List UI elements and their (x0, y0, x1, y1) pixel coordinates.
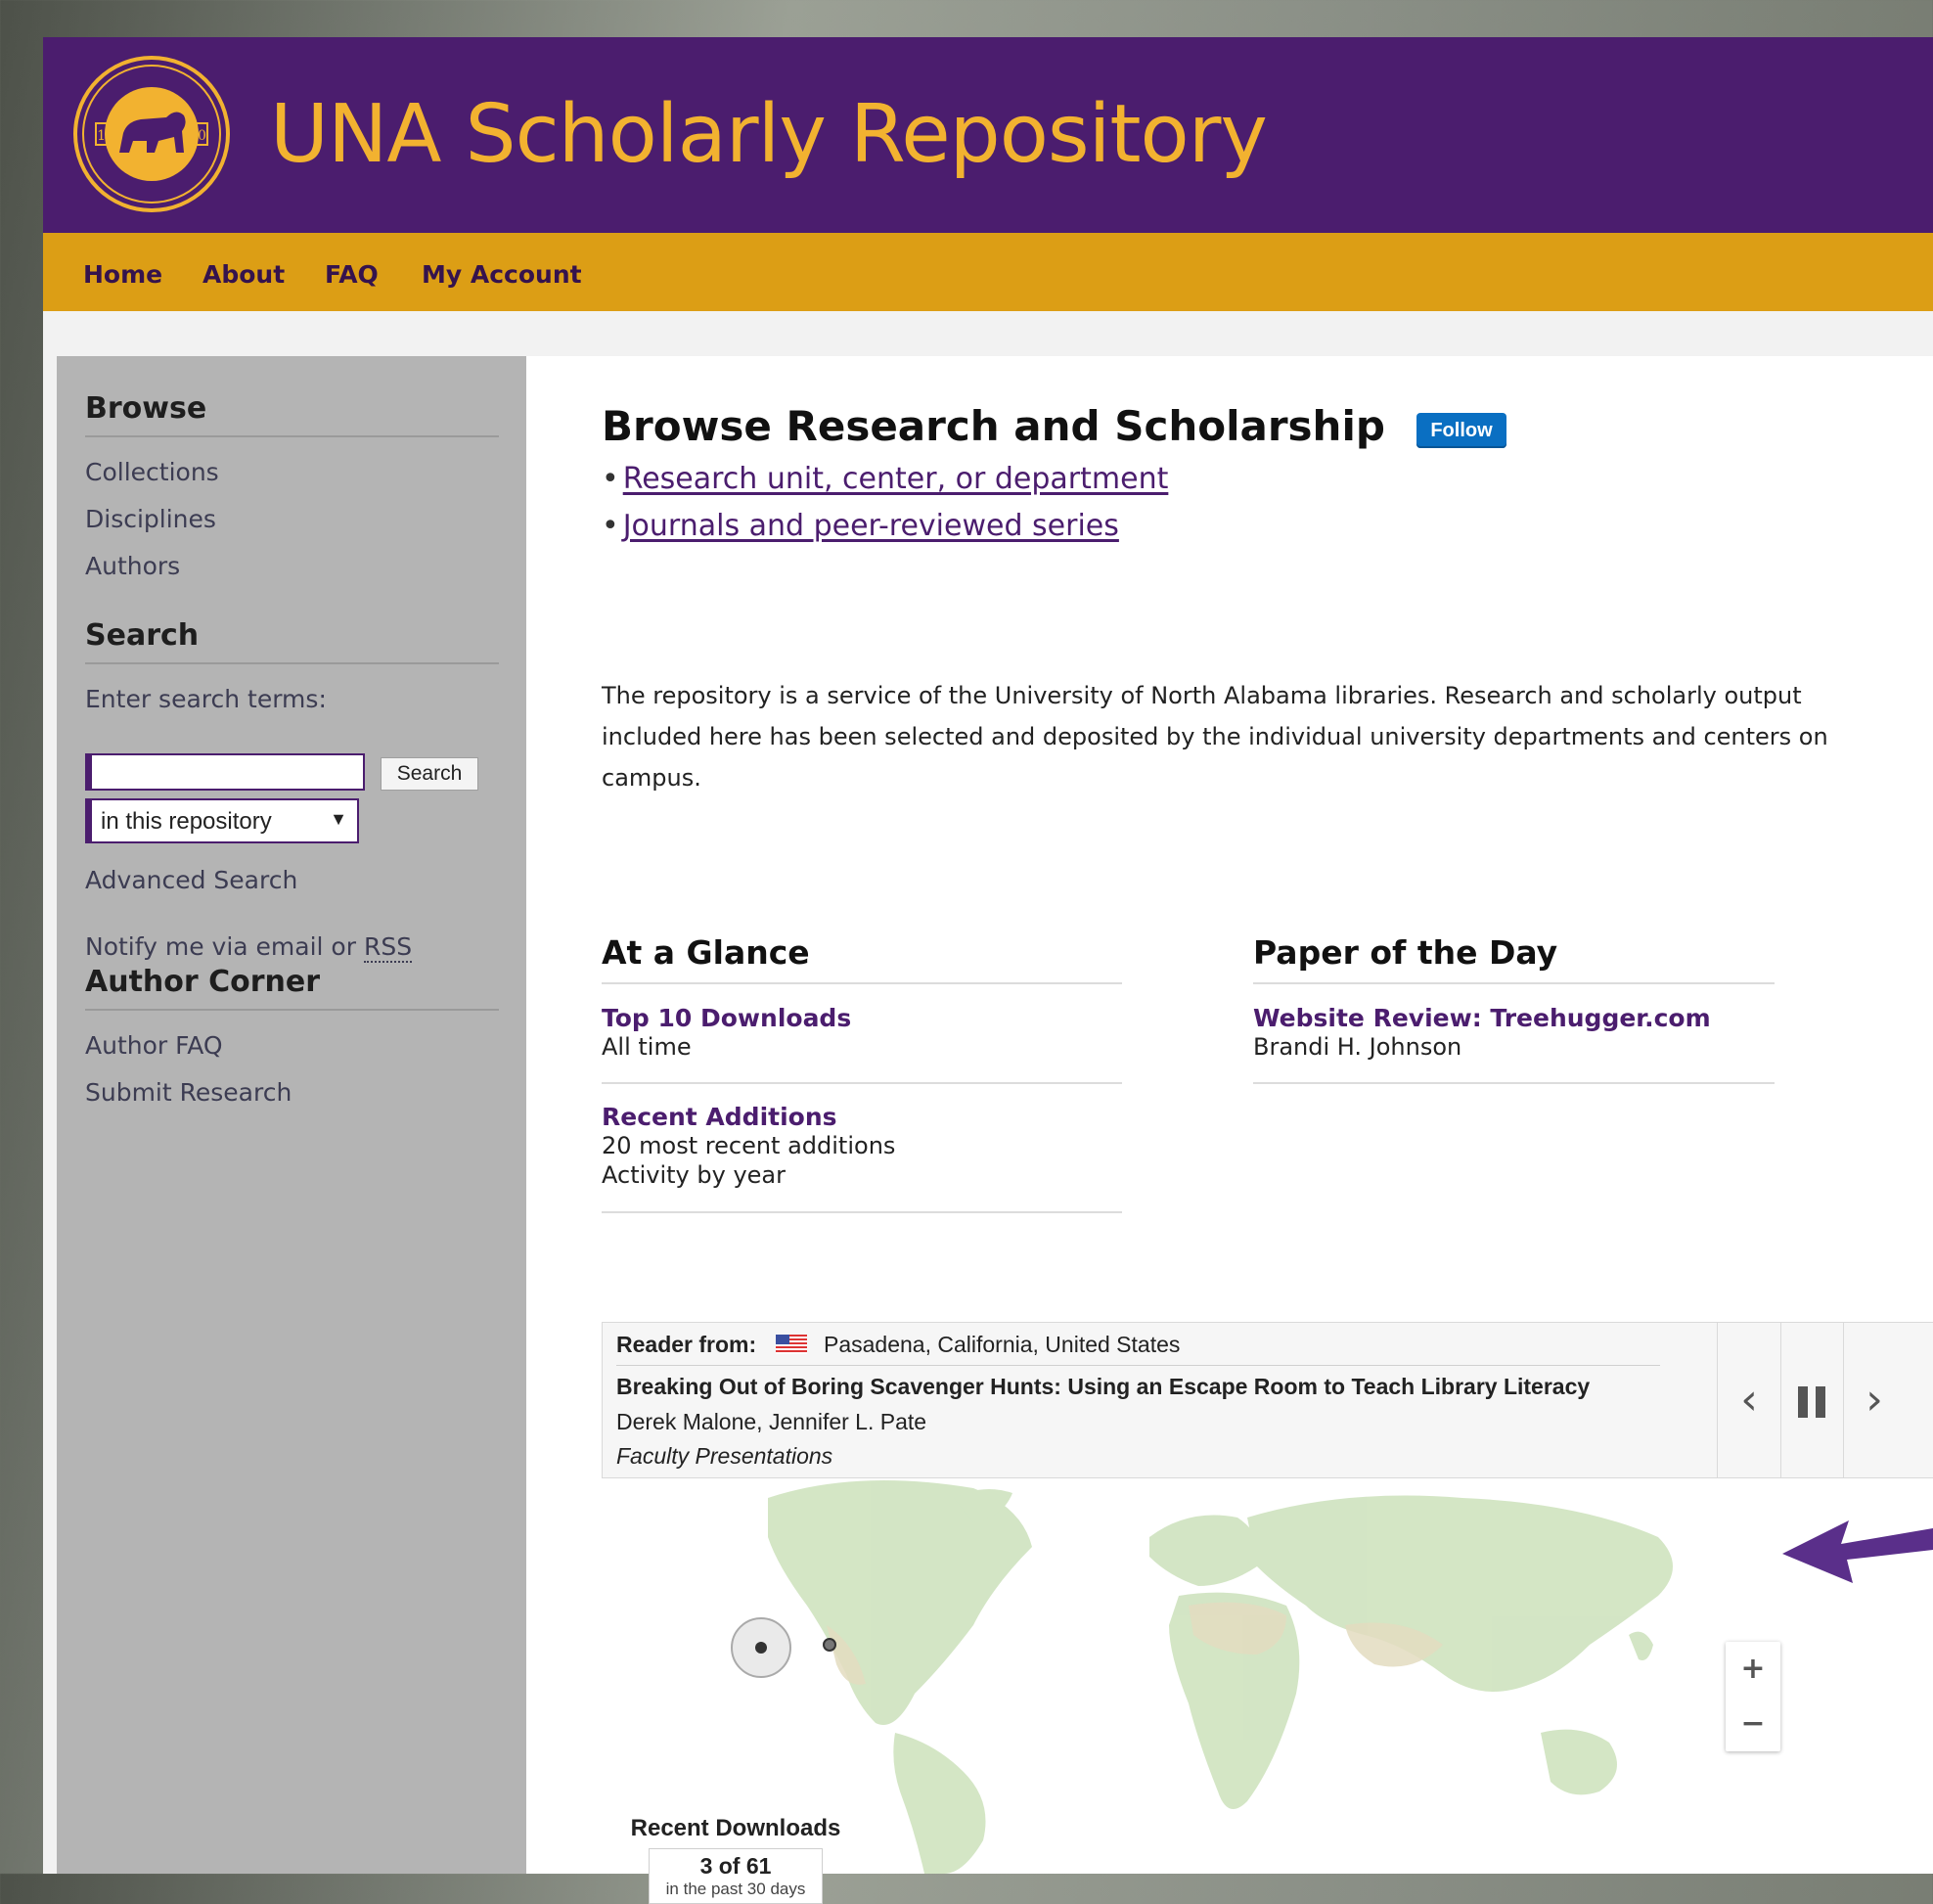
main-content: Browse Research and Scholarship Follow •… (526, 356, 1933, 1904)
main-nav: Home About FAQ My Account (43, 233, 1933, 311)
sidebar-link-author-faq[interactable]: Author FAQ (85, 1031, 223, 1060)
browse-link-item: • Journals and peer-reviewed series (602, 509, 1119, 543)
at-a-glance-heading: At a Glance (602, 933, 810, 972)
intro-paragraph: The repository is a service of the Unive… (602, 682, 1828, 792)
browse-link-research-unit[interactable]: Research unit, center, or department (623, 462, 1169, 496)
page: 18 30 UNA Scholarly Repository Home Abou… (43, 37, 1933, 1904)
author-corner-heading: Author Corner (85, 965, 321, 999)
top-downloads-sub: All time (602, 1033, 692, 1061)
next-button[interactable]: › (1843, 1323, 1906, 1477)
ticker-controls: ‹ › (1717, 1323, 1933, 1477)
reader-label: Reader from: (616, 1332, 757, 1357)
sidebar-link-disciplines[interactable]: Disciplines (85, 505, 216, 533)
nav-home[interactable]: Home (83, 260, 162, 289)
pause-icon (1798, 1386, 1825, 1418)
zoom-in-button[interactable]: + (1726, 1642, 1780, 1697)
us-flag-icon (776, 1335, 807, 1354)
bullet-icon: • (602, 462, 619, 496)
dropdown-caret-icon: ▼ (330, 809, 347, 829)
nav-my-account[interactable]: My Account (422, 260, 582, 289)
svg-text:18: 18 (97, 128, 114, 144)
recent-downloads-label: Recent Downloads (630, 1815, 841, 1841)
recent-additions-sub: 20 most recent additions (602, 1132, 896, 1159)
notify-text[interactable]: Notify me via email or (85, 932, 364, 961)
university-seal-icon[interactable]: 18 30 (68, 51, 235, 217)
paper-of-day-heading: Paper of the Day (1253, 933, 1558, 972)
divider (602, 1211, 1122, 1213)
site-header: 18 30 UNA Scholarly Repository (43, 37, 1933, 233)
reader-paper-series[interactable]: Faculty Presentations (616, 1443, 832, 1470)
map-zoom-control: + − (1726, 1642, 1780, 1751)
search-button[interactable]: Search (381, 757, 478, 791)
rss-link[interactable]: RSS (363, 932, 413, 963)
bullet-icon: • (602, 509, 619, 543)
reader-ticker: Reader from: Pasadena, California, Unite… (602, 1322, 1933, 1478)
sidebar-link-authors[interactable]: Authors (85, 552, 180, 580)
page-title: Browse Research and Scholarship (602, 402, 1385, 450)
paper-of-day-author: Brandi H. Johnson (1253, 1033, 1462, 1061)
sidebar: Browse Collections Disciplines Authors S… (57, 356, 526, 1874)
divider (602, 982, 1122, 984)
divider (602, 1082, 1122, 1084)
browse-heading: Browse (85, 391, 207, 426)
paper-of-day-link[interactable]: Website Review: Treehugger.com (1253, 1004, 1711, 1032)
browse-link-journals[interactable]: Journals and peer-reviewed series (623, 509, 1119, 543)
divider (1253, 982, 1775, 984)
pause-button[interactable] (1780, 1323, 1844, 1477)
svg-text:30: 30 (189, 128, 206, 144)
advanced-search-link[interactable]: Advanced Search (85, 866, 297, 894)
zoom-out-button[interactable]: − (1726, 1697, 1780, 1751)
nav-faq[interactable]: FAQ (325, 260, 379, 289)
divider (1253, 1082, 1775, 1084)
divider (85, 662, 499, 664)
browse-link-item: • Research unit, center, or department (602, 462, 1168, 496)
sidebar-link-submit-research[interactable]: Submit Research (85, 1078, 292, 1107)
notify-line: Notify me via email or RSS (85, 932, 413, 963)
previous-button[interactable]: ‹ (1718, 1323, 1781, 1477)
top-downloads-link[interactable]: Top 10 Downloads (602, 1004, 851, 1032)
recent-additions-link[interactable]: Recent Additions (602, 1103, 837, 1131)
follow-button[interactable]: Follow (1416, 413, 1506, 448)
divider (85, 435, 499, 437)
search-input[interactable] (85, 753, 365, 791)
divider (85, 1009, 499, 1011)
reader-location: Pasadena, California, United States (824, 1332, 1181, 1357)
download-counter: 3 of 61 in the past 30 days (649, 1848, 823, 1904)
nav-about[interactable]: About (202, 260, 285, 289)
sidebar-link-collections[interactable]: Collections (85, 458, 219, 486)
activity-by-year: Activity by year (602, 1161, 786, 1189)
search-heading: Search (85, 618, 200, 653)
annotation-arrow-icon (1782, 1520, 1933, 1583)
reader-paper-authors: Derek Malone, Jennifer L. Pate (616, 1409, 927, 1434)
reader-paper-title[interactable]: Breaking Out of Boring Scavenger Hunts: … (616, 1374, 1590, 1400)
download-period: in the past 30 days (665, 1880, 806, 1898)
recent-downloads-widget: Recent Downloads 3 of 61 in the past 30 … (627, 1815, 844, 1904)
search-label: Enter search terms: (85, 685, 327, 713)
chevron-left-icon: ‹ (1740, 1375, 1758, 1425)
chevron-right-icon: › (1866, 1375, 1883, 1425)
download-count: 3 of 61 (699, 1853, 772, 1879)
search-scope-select[interactable]: in this repository ▼ (85, 798, 359, 843)
search-scope-value: in this repository (101, 808, 272, 835)
divider (616, 1365, 1660, 1366)
site-title[interactable]: UNA Scholarly Repository (270, 88, 1268, 181)
screen: { "header": { "title": "UNA Scholarly Re… (0, 0, 1933, 1904)
